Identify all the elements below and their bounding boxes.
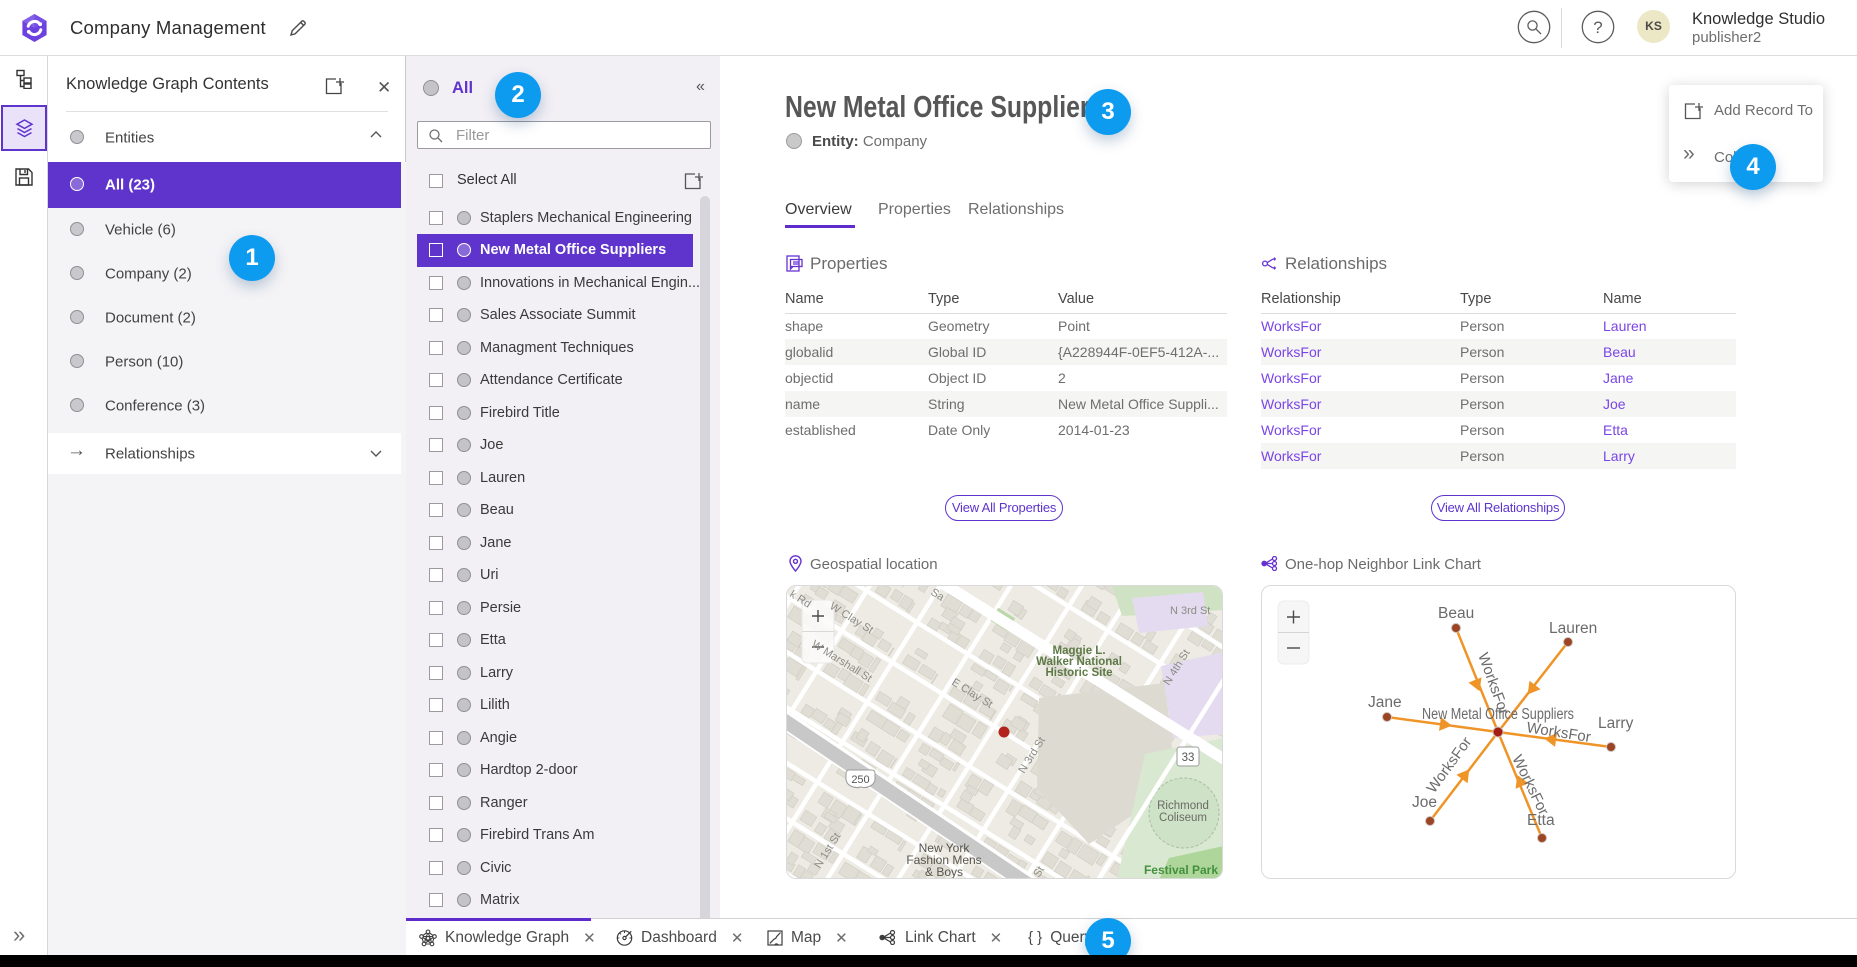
svg-text:Coliseum: Coliseum [1159,812,1207,824]
svg-text:?: ? [1593,18,1602,37]
svg-text:Lauren: Lauren [1549,620,1597,637]
svg-text:WorksFor: WorksFor [1423,734,1475,796]
svg-text:Historic Site: Historic Site [1045,667,1112,679]
svg-text:Jane: Jane [1368,694,1402,711]
svg-text:WorksFor: WorksFor [1525,719,1592,746]
svg-text:& Boys: & Boys [925,865,963,879]
svg-text:Festival Park: Festival Park [1144,863,1218,877]
svg-text:N 3rd St: N 3rd St [1170,605,1210,617]
svg-text:Beau: Beau [1438,605,1474,622]
svg-text:250: 250 [851,774,869,786]
svg-text:33: 33 [1182,752,1195,764]
svg-text:Richmond: Richmond [1157,800,1209,812]
svg-text:Joe: Joe [1412,794,1437,811]
svg-text:Larry: Larry [1598,715,1634,732]
